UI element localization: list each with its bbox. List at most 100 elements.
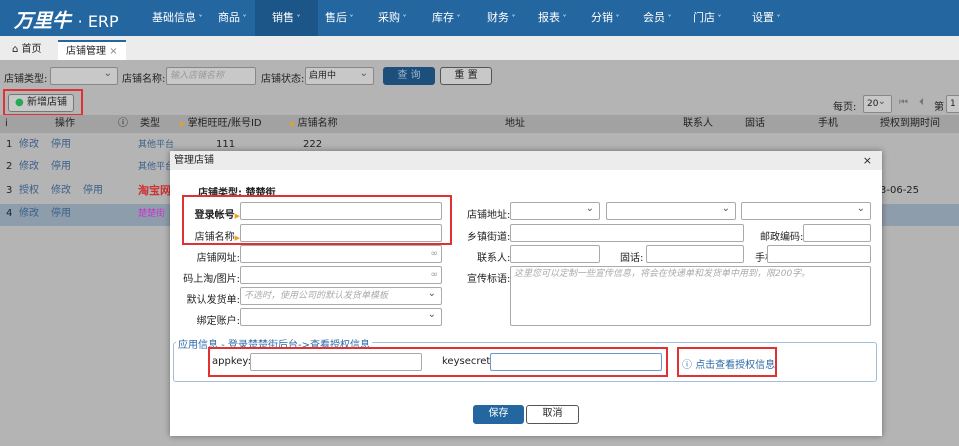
login-account-input[interactable] bbox=[240, 202, 442, 220]
shop-status-select[interactable]: 启用中 bbox=[305, 66, 374, 85]
row-type: 楚楚街 bbox=[138, 209, 166, 219]
phone-label: 固话: bbox=[620, 253, 644, 264]
chevron-down-icon: ˅ bbox=[665, 14, 672, 23]
chevron-down-icon: ˅ bbox=[294, 14, 301, 23]
shop-status-label: 店铺状态: bbox=[261, 74, 305, 85]
reset-button[interactable]: 重 置 bbox=[440, 67, 492, 85]
column-header[interactable]: 授权到期时间 bbox=[880, 115, 940, 133]
tab-home-label: 首页 bbox=[21, 44, 42, 55]
phone-input[interactable] bbox=[646, 245, 744, 263]
nav-item[interactable]: 库存 ˅ bbox=[422, 0, 471, 36]
tab-close-icon[interactable]: × bbox=[109, 46, 117, 57]
column-header[interactable]: 操作 bbox=[55, 115, 75, 133]
nav-item[interactable]: 销售 ˅ bbox=[255, 0, 318, 36]
link-icon: ∞ bbox=[430, 270, 439, 280]
row-action-link[interactable]: 修改 bbox=[51, 181, 71, 201]
appkey-input[interactable] bbox=[250, 353, 422, 371]
shop-type-select[interactable] bbox=[50, 66, 118, 85]
street-input[interactable] bbox=[510, 224, 744, 242]
home-icon: ⌂ bbox=[12, 44, 19, 55]
login-account-label: 登录帐号▶ bbox=[170, 206, 240, 221]
per-page-select[interactable]: 20 bbox=[863, 94, 892, 113]
chevron-down-icon: ˅ bbox=[400, 14, 407, 23]
row-action-link[interactable]: 停用 bbox=[51, 135, 71, 155]
shop-url-label: 店铺网址: bbox=[196, 253, 240, 264]
column-header[interactable]: ▶ 掌柜旺旺/账号ID bbox=[180, 115, 262, 133]
tab-bar: ⌂ 首页 店铺管理 × bbox=[0, 36, 959, 60]
nav-item[interactable]: 售后 ˅ bbox=[315, 0, 364, 36]
cancel-button[interactable]: 取消 bbox=[526, 405, 579, 424]
prev-page-icon[interactable]: ⏴ bbox=[919, 97, 924, 108]
row-action-link[interactable]: 停用 bbox=[51, 157, 71, 177]
chevron-down-icon: ˅ bbox=[240, 14, 247, 23]
row-action-link[interactable]: 修改 bbox=[19, 204, 39, 224]
save-button[interactable]: 保存 bbox=[473, 405, 524, 424]
contact-input[interactable] bbox=[510, 245, 600, 263]
keysecret-label: keysecret: bbox=[442, 356, 494, 367]
nav-item[interactable]: 会员 ˅ bbox=[633, 0, 682, 36]
view-auth-link[interactable]: ⓘ 点击查看授权信息 bbox=[682, 356, 775, 371]
chevron-down-icon: ˅ bbox=[509, 14, 516, 23]
slogan-label: 宣传标语: bbox=[467, 274, 511, 285]
query-button[interactable]: 查 询 bbox=[383, 67, 435, 85]
row-type: 其他平台 bbox=[138, 140, 175, 150]
image-input[interactable]: ∞ bbox=[240, 266, 442, 284]
nav-item[interactable]: 报表 ˅ bbox=[528, 0, 577, 36]
manage-shop-dialog: 管理店铺 × 店铺类型: 楚楚街 登录帐号▶ 店铺名称▶ 店铺网址: ∞ 码上淘… bbox=[170, 151, 882, 436]
nav-item[interactable]: 商品 ˅ bbox=[208, 0, 257, 36]
tab-shop-management[interactable]: 店铺管理 × bbox=[58, 40, 126, 60]
default-invoice-label: 默认发货单: bbox=[186, 295, 240, 306]
chevron-down-icon: ˅ bbox=[196, 14, 203, 23]
shop-type-label: 店铺类型: bbox=[4, 74, 48, 85]
column-header[interactable]: 手机 bbox=[818, 115, 838, 133]
logo-text: 万里牛 bbox=[14, 10, 72, 32]
row-action-link[interactable]: 授权 bbox=[19, 181, 39, 201]
logo[interactable]: 万里牛 · ERP bbox=[14, 6, 119, 33]
column-header[interactable]: ▶ 店铺名称 bbox=[290, 115, 338, 133]
logo-suffix: · ERP bbox=[77, 12, 119, 31]
column-header[interactable]: i bbox=[5, 115, 8, 133]
province-select[interactable] bbox=[510, 201, 600, 220]
column-header[interactable]: 固话 bbox=[745, 115, 765, 133]
default-invoice-select[interactable]: 不选时，使用公司的默认发货单模板 bbox=[240, 286, 442, 305]
zip-input[interactable] bbox=[803, 224, 871, 242]
mobile-input[interactable] bbox=[767, 245, 871, 263]
nav-item[interactable]: 门店 ˅ bbox=[683, 0, 732, 36]
add-shop-button[interactable]: ● 新增店铺 bbox=[8, 94, 74, 112]
city-select[interactable] bbox=[606, 201, 736, 220]
chevron-down-icon: ˅ bbox=[347, 14, 354, 23]
link-icon: ∞ bbox=[430, 249, 439, 259]
nav-item[interactable]: 采购 ˅ bbox=[368, 0, 417, 36]
appkey-label: appkey: bbox=[212, 356, 251, 367]
shop-name-input[interactable]: 输入店铺名称 bbox=[166, 67, 256, 85]
first-page-icon[interactable]: ⏮ bbox=[899, 97, 908, 108]
page-input[interactable]: 1 bbox=[946, 95, 959, 113]
tab-home[interactable]: ⌂ 首页 bbox=[4, 40, 50, 60]
shop-url-input[interactable]: ∞ bbox=[240, 245, 442, 263]
column-header[interactable]: 联系人 bbox=[683, 115, 713, 133]
close-icon[interactable]: × bbox=[863, 154, 872, 167]
keysecret-input[interactable] bbox=[490, 353, 662, 371]
contact-label: 联系人: bbox=[477, 253, 511, 264]
plus-circle-icon: ● bbox=[15, 97, 24, 108]
row-action-link[interactable]: 修改 bbox=[19, 135, 39, 155]
column-header[interactable]: 类型 bbox=[140, 115, 160, 133]
nav-item[interactable]: 分销 ˅ bbox=[581, 0, 630, 36]
sort-arrow-icon: ▶ bbox=[290, 120, 298, 128]
column-header[interactable]: 地址 bbox=[505, 115, 525, 133]
page-label: 第 bbox=[934, 102, 944, 113]
nav-item[interactable]: 财务 ˅ bbox=[477, 0, 526, 36]
info-icon: ⓘ bbox=[118, 118, 128, 129]
nav-item[interactable]: 设置 ˅ bbox=[742, 0, 791, 36]
per-page-label: 每页: bbox=[833, 102, 857, 113]
row-action-link[interactable]: 停用 bbox=[83, 181, 103, 201]
row-action-link[interactable]: 停用 bbox=[51, 204, 71, 224]
shop-name-input[interactable] bbox=[240, 224, 442, 242]
row-type: 淘宝网 bbox=[138, 184, 171, 197]
bind-account-select[interactable] bbox=[240, 307, 442, 326]
shop-name-label: 店铺名称: bbox=[122, 74, 166, 85]
nav-item[interactable]: 基础信息 ˅ bbox=[142, 0, 213, 36]
district-select[interactable] bbox=[741, 201, 871, 220]
slogan-textarea[interactable]: 这里您可以定制一些宣传信息，将会在快递单和发货单中用到，限200字。 bbox=[510, 266, 871, 326]
row-action-link[interactable]: 修改 bbox=[19, 157, 39, 177]
